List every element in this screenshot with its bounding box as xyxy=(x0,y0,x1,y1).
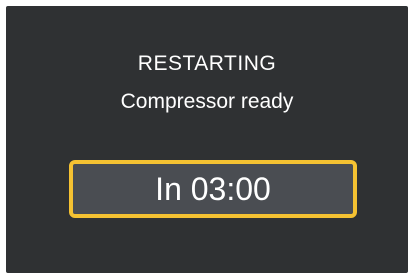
status-title: RESTARTING xyxy=(137,52,277,75)
restart-status-screen: RESTARTING Compressor ready In 03:00 xyxy=(6,6,408,273)
status-subtitle: Compressor ready xyxy=(120,90,294,113)
countdown-display: In 03:00 xyxy=(69,160,357,218)
countdown-text: In 03:00 xyxy=(155,171,271,207)
